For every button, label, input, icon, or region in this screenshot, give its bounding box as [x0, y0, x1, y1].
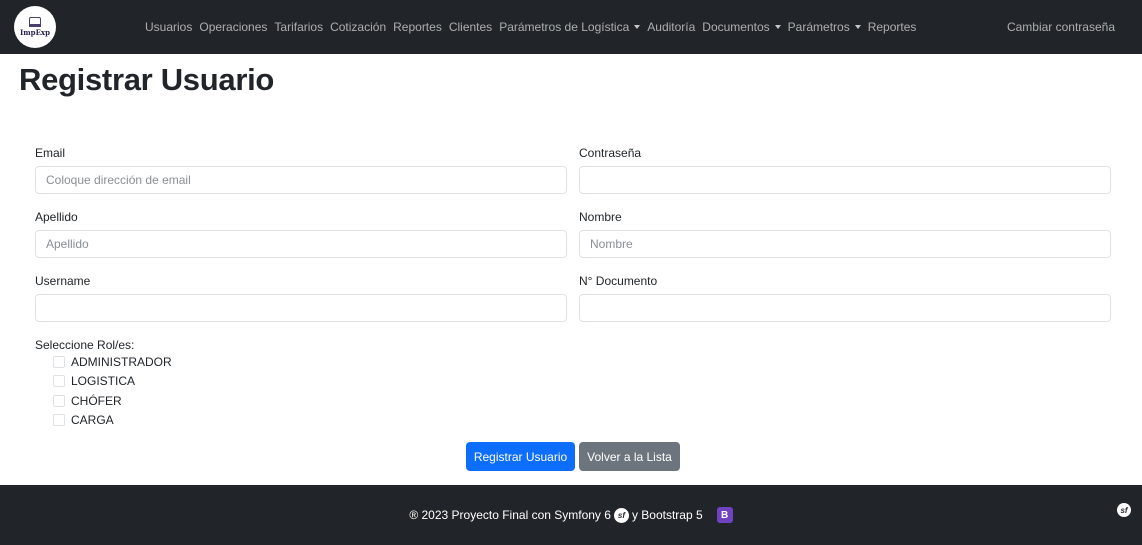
- email-label: Email: [35, 146, 66, 160]
- nav-link-auditoría[interactable]: Auditoría: [647, 20, 695, 34]
- top-navbar: ImpExp Usuarios Operaciones Tarifarios Coti…: [0, 0, 1142, 54]
- checkbox[interactable]: [53, 414, 65, 426]
- nav-link-parámetros-de-logística[interactable]: Parámetros de Logística: [499, 20, 641, 34]
- register-user-button[interactable]: Registrar Usuario: [466, 442, 575, 471]
- footer-credits: ® 2023 Proyecto Final con Symfony 6 sf y…: [0, 507, 1142, 523]
- nav-link-label: Tarifarios: [274, 20, 324, 34]
- building-icon: [29, 17, 41, 27]
- role-checkbox-carga[interactable]: CARGA: [53, 413, 114, 427]
- nav-link-label: Parámetros: [787, 20, 850, 34]
- role-label: ADMINISTRADOR: [71, 355, 172, 369]
- nav-link-label: Parámetros de Logística: [499, 20, 630, 34]
- role-checkbox-administrador[interactable]: ADMINISTRADOR: [53, 355, 172, 369]
- nav-link-reportes[interactable]: Reportes: [868, 20, 917, 34]
- caret-down-icon: [634, 25, 641, 29]
- nav-link-documentos[interactable]: Documentos: [702, 20, 781, 34]
- role-label: CARGA: [71, 413, 114, 427]
- nav-link-label: Cotización: [330, 20, 387, 34]
- checkbox[interactable]: [53, 356, 65, 368]
- password-label: Contraseña: [579, 146, 642, 160]
- caret-down-icon: [774, 25, 781, 29]
- nav-link-clientes[interactable]: Clientes: [449, 20, 492, 34]
- nav-link-usuarios[interactable]: Usuarios: [145, 20, 192, 34]
- nav-link-label: Reportes: [867, 20, 917, 34]
- back-to-list-button[interactable]: Volver a la Lista: [579, 442, 680, 471]
- lastname-label: Apellido: [35, 210, 78, 224]
- bootstrap-icon: B: [716, 507, 733, 523]
- lastname-field[interactable]: [35, 230, 567, 258]
- firstname-label: Nombre: [579, 210, 622, 224]
- nav-link-label: Reportes: [393, 20, 442, 34]
- checkbox[interactable]: [53, 375, 65, 387]
- nav-link-label: Operaciones: [199, 20, 268, 34]
- nav-link-label: Clientes: [448, 20, 493, 34]
- caret-down-icon: [854, 25, 861, 29]
- role-label: CHÓFER: [71, 394, 122, 408]
- role-label: LOGISTICA: [71, 374, 136, 388]
- symfony-icon: sf: [613, 507, 629, 523]
- nav-link-operaciones[interactable]: Operaciones: [199, 20, 267, 34]
- nav-link-reportes[interactable]: Reportes: [393, 20, 442, 34]
- nav-links: Usuarios Operaciones Tarifarios Cotización R…: [145, 0, 923, 54]
- document-field[interactable]: [579, 294, 1111, 322]
- impexp-logo[interactable]: ImpExp: [14, 6, 56, 48]
- roles-label: Seleccione Rol/es:: [35, 338, 135, 352]
- nav-link-label: Documentos: [702, 20, 770, 34]
- firstname-field[interactable]: [579, 230, 1111, 258]
- page-title: Registrar Usuario: [19, 62, 275, 97]
- footer-text-after: y Bootstrap 5: [631, 508, 703, 522]
- nav-link-label: Auditoría: [647, 20, 696, 34]
- footer: ® 2023 Proyecto Final con Symfony 6 sf y…: [0, 485, 1142, 545]
- symfony-toolbar-icon[interactable]: sf: [1117, 503, 1131, 517]
- role-checkbox-chofer[interactable]: CHÓFER: [53, 394, 122, 408]
- nav-link-tarifarios[interactable]: Tarifarios: [274, 20, 323, 34]
- change-password-link[interactable]: Cambiar contraseña: [1007, 0, 1115, 54]
- document-label: N° Documento: [579, 274, 658, 288]
- role-checkbox-logistica[interactable]: LOGISTICA: [53, 374, 135, 388]
- checkbox[interactable]: [53, 395, 65, 407]
- username-field[interactable]: [35, 294, 567, 322]
- nav-link-label: Usuarios: [145, 20, 193, 34]
- username-label: Username: [35, 274, 91, 288]
- nav-link-parámetros[interactable]: Parámetros: [788, 20, 861, 34]
- footer-text-before: ® 2023 Proyecto Final con Symfony 6: [409, 508, 611, 522]
- email-field[interactable]: [35, 166, 567, 194]
- password-field[interactable]: [579, 166, 1111, 194]
- logo-text: ImpExp: [20, 28, 50, 37]
- nav-link-cotización[interactable]: Cotización: [330, 20, 386, 34]
